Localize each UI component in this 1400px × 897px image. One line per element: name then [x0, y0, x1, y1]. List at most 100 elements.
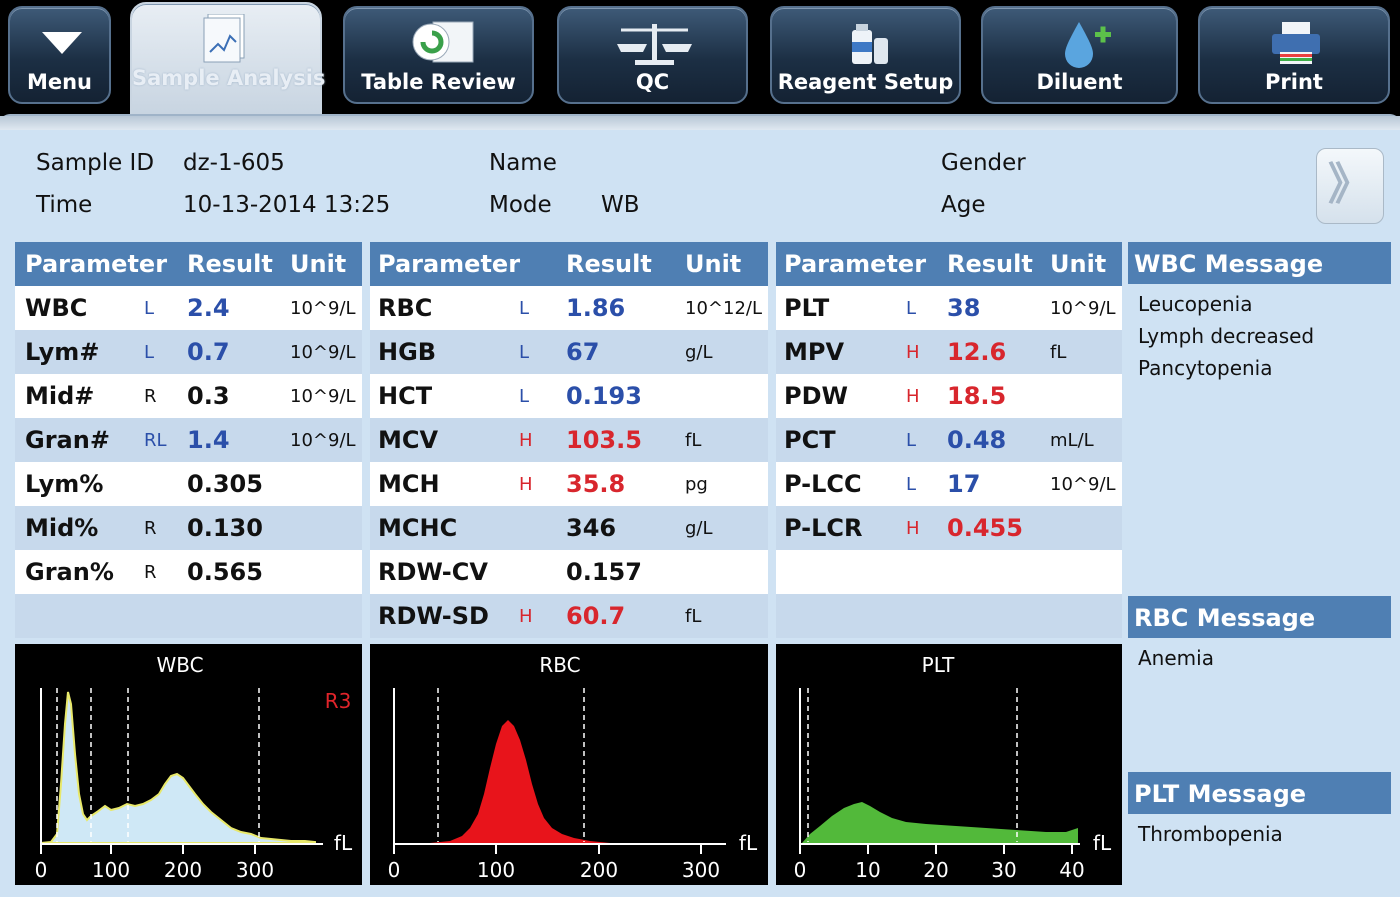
result-value: 1.4 [187, 426, 230, 454]
result-value: 38 [947, 294, 981, 322]
menu-button[interactable]: Menu [8, 6, 111, 104]
x-tick-label: 30 [991, 858, 1016, 882]
toolbar: Menu Sample Analysis Table Review QC Rea… [0, 0, 1400, 122]
unit: pg [685, 474, 708, 495]
param-name: HGB [378, 338, 437, 366]
table-review-label: Table Review [361, 70, 516, 94]
result-value: 346 [566, 514, 617, 542]
result-value: 0.130 [187, 514, 263, 542]
time-value: 10-13-2014 13:25 [183, 192, 391, 218]
param-name: PCT [784, 426, 836, 454]
flag: H [519, 430, 533, 451]
table-header: Parameter Result Unit [15, 242, 362, 286]
table-row: RBC L 1.86 10^12/L [370, 286, 768, 330]
x-tick-label: 200 [164, 858, 202, 882]
table-row: Lym# L 0.7 10^9/L [15, 330, 362, 374]
flag: H [519, 474, 533, 495]
rbc-message-title: RBC Message [1128, 596, 1391, 638]
x-tick-label: 300 [236, 858, 274, 882]
x-tick-label: 300 [682, 858, 720, 882]
tab-reagent-setup[interactable]: Reagent Setup [770, 6, 961, 104]
wbc-message-title: WBC Message [1128, 242, 1391, 284]
table-row: Mid# R 0.3 10^9/L [15, 374, 362, 418]
flag: L [906, 298, 917, 319]
analysis-panel: Sample ID dz-1-605 Time 10-13-2014 13:25… [0, 114, 1400, 897]
col-unit: Unit [1050, 250, 1107, 278]
table-row: HGB L 67 g/L [370, 330, 768, 374]
unit: g/L [685, 518, 713, 539]
x-tick-label: 20 [923, 858, 948, 882]
plt-message-line: Thrombopenia [1138, 822, 1283, 846]
panel-top-strip [0, 116, 1400, 130]
chart-document-icon [132, 13, 320, 64]
param-name: Mid% [25, 514, 99, 542]
table-row [776, 550, 1122, 594]
param-name: MCV [378, 426, 439, 454]
age-label: Age [941, 192, 986, 218]
flag: H [519, 606, 533, 627]
tab-sample-analysis[interactable]: Sample Analysis [130, 2, 325, 122]
rbc-distribution-curve [430, 720, 610, 843]
table-row [15, 594, 362, 638]
flag: RL [144, 430, 167, 451]
param-name: P-LCC [784, 470, 862, 498]
menu-label: Menu [26, 70, 93, 94]
col-result: Result [947, 250, 1033, 278]
mode-label: Mode [489, 192, 552, 218]
result-value: 0.455 [947, 514, 1023, 542]
table-row: MPV H 12.6 fL [776, 330, 1122, 374]
wbc-parameter-table: Parameter Result Unit WBC L 2.4 10^9/L Lym# L… [15, 242, 362, 638]
param-name: Gran# [25, 426, 110, 454]
col-parameter: Parameter [25, 250, 168, 278]
param-name: Lym# [25, 338, 100, 366]
wbc-message-box: WBC Message Leucopenia Lymph decreased P… [1128, 242, 1391, 592]
flag: L [519, 386, 530, 407]
col-unit: Unit [290, 250, 347, 278]
unit: 10^9/L [290, 430, 356, 451]
col-unit: Unit [685, 250, 742, 278]
param-name: HCT [378, 382, 433, 410]
table-row: PDW H 18.5 [776, 374, 1122, 418]
next-page-button[interactable]: 》 [1316, 148, 1384, 224]
print-button[interactable]: Print [1198, 6, 1390, 104]
droplet-add-icon [983, 18, 1176, 68]
plt-histogram-title: PLT [922, 653, 955, 677]
unit: 10^9/L [1050, 474, 1116, 495]
wbc-histogram: WBC R3 0 100 200 300 fL [15, 644, 362, 885]
x-tick-label: 100 [92, 858, 130, 882]
result-value: 17 [947, 470, 981, 498]
tab-diluent[interactable]: Diluent [981, 6, 1178, 104]
flag: R [144, 562, 157, 583]
result-value: 35.8 [566, 470, 626, 498]
result-value: 0.305 [187, 470, 263, 498]
table-row: Gran% R 0.565 [15, 550, 362, 594]
result-value: 67 [566, 338, 600, 366]
table-row: RDW-SD H 60.7 fL [370, 594, 768, 638]
param-name: MCHC [378, 514, 458, 542]
result-value: 103.5 [566, 426, 642, 454]
result-value: 0.565 [187, 558, 263, 586]
result-value: 1.86 [566, 294, 626, 322]
tab-qc[interactable]: QC [557, 6, 748, 104]
x-tick-label: 200 [580, 858, 618, 882]
table-review-icon [345, 18, 532, 68]
flag: R [144, 518, 157, 539]
x-tick-label: 0 [794, 858, 807, 882]
unit: 10^9/L [290, 386, 356, 407]
x-unit-label: fL [334, 831, 353, 855]
wbc-message-line: Pancytopenia [1138, 356, 1273, 380]
plt-parameter-table: Parameter Result Unit PLT L 38 10^9/L MPV H 12… [776, 242, 1122, 638]
gender-label: Gender [941, 150, 1026, 176]
result-value: 18.5 [947, 382, 1007, 410]
tab-table-review[interactable]: Table Review [343, 6, 534, 104]
balance-scale-icon [559, 18, 746, 68]
param-name: WBC [25, 294, 88, 322]
table-row: PCT L 0.48 mL/L [776, 418, 1122, 462]
param-name: Mid# [25, 382, 95, 410]
param-name: PLT [784, 294, 830, 322]
x-tick-label: 0 [35, 858, 48, 882]
printer-icon [1200, 18, 1388, 68]
flag: L [519, 298, 530, 319]
qc-label: QC [635, 70, 670, 94]
table-row: HCT L 0.193 [370, 374, 768, 418]
